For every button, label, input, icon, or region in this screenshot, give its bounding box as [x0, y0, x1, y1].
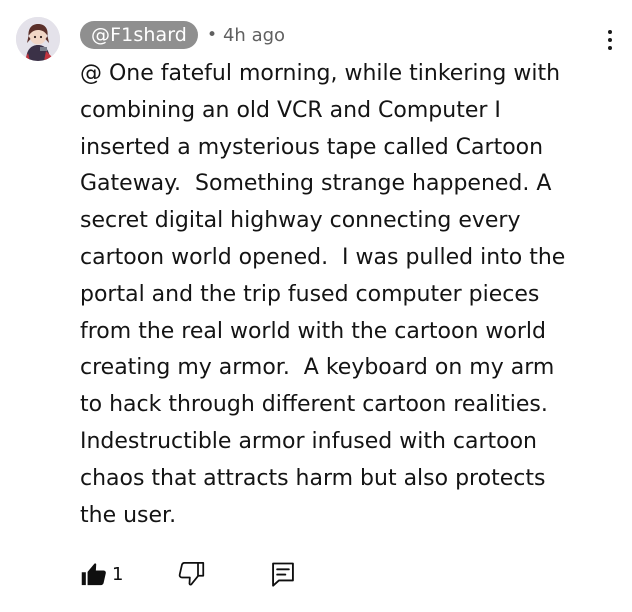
reply-button[interactable] [267, 558, 299, 590]
separator-dot: • [206, 25, 217, 45]
comment-actions: 1 [78, 557, 299, 591]
reply-comment-icon [272, 562, 295, 587]
avatar[interactable] [16, 17, 60, 61]
author-handle[interactable]: @F1shard [80, 21, 198, 49]
avatar-image [16, 17, 60, 61]
more-vertical-icon[interactable] [604, 28, 616, 52]
thumbs-up-filled-icon [81, 563, 106, 586]
comment-text: @ One fateful morning, while tinkering w… [80, 61, 566, 528]
like-button[interactable] [78, 558, 110, 590]
comment-timestamp[interactable]: 4h ago [223, 25, 285, 46]
thumbs-down-outline-icon [179, 562, 205, 586]
comment-header: @F1shard • 4h ago [80, 21, 285, 49]
like-count: 1 [112, 563, 124, 585]
dislike-button[interactable] [175, 558, 207, 590]
